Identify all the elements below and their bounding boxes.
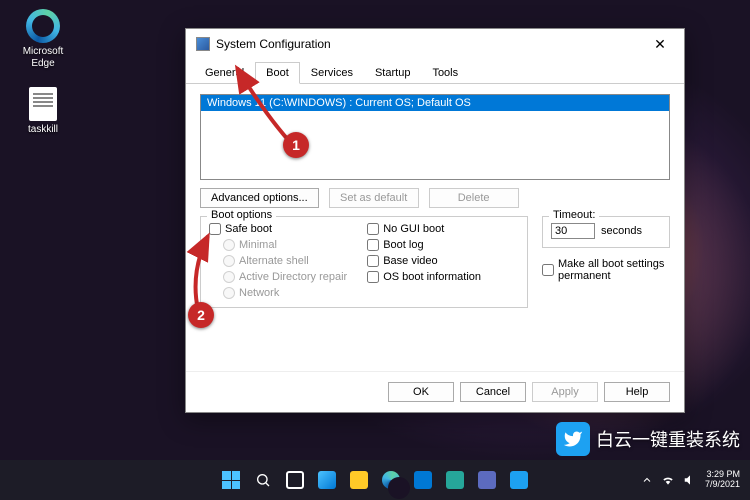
annotation-badge-1: 1 <box>283 132 309 158</box>
timeout-input[interactable] <box>551 223 595 239</box>
ok-button[interactable]: OK <box>388 382 454 402</box>
boot-options-legend: Boot options <box>207 209 276 221</box>
desktop-icon-taskkill[interactable]: taskkill <box>12 86 74 136</box>
delete-button: Delete <box>429 188 519 208</box>
annotation-badge-2: 2 <box>188 302 214 328</box>
advanced-options-button[interactable]: Advanced options... <box>200 188 319 208</box>
tab-tools[interactable]: Tools <box>421 62 469 84</box>
pinned-app-icon[interactable] <box>506 467 532 493</box>
apply-button: Apply <box>532 382 598 402</box>
os-boot-info-checkbox[interactable]: OS boot information <box>367 271 481 283</box>
brand-overlay: 白云一键重装系统 <box>556 422 740 456</box>
text-file-icon <box>25 86 61 122</box>
set-default-button: Set as default <box>329 188 419 208</box>
edge-taskbar-icon[interactable] <box>378 467 404 493</box>
volume-icon[interactable] <box>683 473 697 487</box>
store-icon[interactable] <box>410 467 436 493</box>
taskbar: 3:29 PM 7/9/2021 <box>0 460 750 500</box>
no-gui-boot-checkbox[interactable]: No GUI boot <box>367 223 481 235</box>
dialog-title: System Configuration <box>216 37 646 51</box>
desktop-icon-edge[interactable]: Microsoft Edge <box>12 8 74 70</box>
cancel-button[interactable]: Cancel <box>460 382 526 402</box>
annotation-arrow-2 <box>180 232 240 317</box>
ad-repair-radio: Active Directory repair <box>223 271 347 283</box>
minimal-radio: Minimal <box>223 239 347 251</box>
tray-clock[interactable]: 3:29 PM 7/9/2021 <box>705 470 740 490</box>
tab-startup[interactable]: Startup <box>364 62 421 84</box>
brand-text: 白云一键重装系统 <box>596 426 740 452</box>
pinned-app-icon[interactable] <box>442 467 468 493</box>
desktop-icon-label: Microsoft Edge <box>12 46 74 70</box>
widgets-icon[interactable] <box>314 467 340 493</box>
wifi-icon[interactable] <box>661 473 675 487</box>
timeout-unit: seconds <box>601 225 642 237</box>
make-permanent-checkbox[interactable]: Make all boot settings permanent <box>542 258 670 282</box>
boot-options-group: Boot options Safe boot Minimal Alternate… <box>200 216 528 308</box>
chevron-up-icon[interactable] <box>641 474 653 486</box>
msconfig-icon <box>196 37 210 51</box>
titlebar[interactable]: System Configuration ✕ <box>186 29 684 59</box>
alternate-shell-radio: Alternate shell <box>223 255 347 267</box>
boot-log-checkbox[interactable]: Boot log <box>367 239 481 251</box>
annotation-arrow-1 <box>235 64 325 149</box>
taskbar-center <box>218 467 532 493</box>
search-icon[interactable] <box>250 467 276 493</box>
base-video-checkbox[interactable]: Base video <box>367 255 481 267</box>
timeout-group: Timeout: seconds <box>542 216 670 248</box>
close-button[interactable]: ✕ <box>646 36 674 53</box>
dialog-footer: OK Cancel Apply Help <box>186 371 684 412</box>
network-radio: Network <box>223 287 347 299</box>
start-button[interactable] <box>218 467 244 493</box>
desktop-icon-label: taskkill <box>12 124 74 136</box>
task-view-icon[interactable] <box>282 467 308 493</box>
edge-icon <box>25 8 61 44</box>
pinned-app-icon[interactable] <box>474 467 500 493</box>
explorer-icon[interactable] <box>346 467 372 493</box>
boot-action-row: Advanced options... Set as default Delet… <box>200 188 670 208</box>
desktop-icons: Microsoft Edge taskkill <box>12 8 74 136</box>
system-tray[interactable]: 3:29 PM 7/9/2021 <box>641 470 750 490</box>
help-button[interactable]: Help <box>604 382 670 402</box>
brand-bird-icon <box>556 422 590 456</box>
timeout-legend: Timeout: <box>549 209 599 221</box>
